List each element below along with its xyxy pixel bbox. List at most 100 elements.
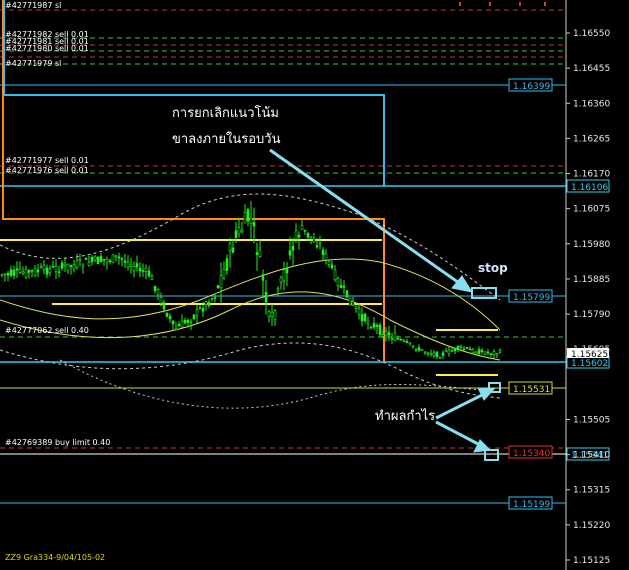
candle-body <box>189 321 193 324</box>
candle-body <box>480 349 484 352</box>
price-tag: 1.16399 <box>513 82 550 92</box>
tp-box-2 <box>484 449 499 461</box>
candle-body <box>492 351 496 356</box>
candle-body <box>339 285 343 289</box>
order-label: #42771987 sl <box>5 1 61 10</box>
candle-body <box>294 230 298 240</box>
candle-body <box>351 301 355 306</box>
candle-body <box>42 265 46 270</box>
candle-body <box>93 256 97 261</box>
candle-body <box>24 268 28 278</box>
candle-body <box>303 229 307 232</box>
top-markers <box>459 2 546 6</box>
candle-body <box>9 269 13 276</box>
candle-body <box>108 260 112 263</box>
price-tag: 1.15199 <box>513 500 550 510</box>
candle-body <box>72 264 76 270</box>
candle-body <box>135 263 139 268</box>
candle-body <box>420 348 424 351</box>
candle-body <box>429 352 433 355</box>
yellow-channels <box>0 239 498 376</box>
y-tick-label: 1.16360 <box>573 99 610 109</box>
candle-body <box>249 217 253 224</box>
candle-body <box>456 345 460 350</box>
y-tick-label: 1.15410 <box>573 451 610 461</box>
candle-body <box>165 312 169 317</box>
candle-body <box>372 323 376 328</box>
y-tick-label: 1.15885 <box>573 275 610 285</box>
order-label: #42769389 buy limit 0.40 <box>5 438 110 447</box>
candle-body <box>387 332 391 336</box>
candle-body <box>321 249 325 255</box>
candle-body <box>255 252 259 256</box>
candle-body <box>312 238 316 243</box>
annotation-arrows <box>269 148 496 453</box>
y-tick-label: 1.15505 <box>573 415 610 425</box>
candle-body <box>219 275 223 289</box>
candle-body <box>243 212 247 224</box>
candle-body <box>201 307 205 312</box>
candle-body <box>144 267 148 272</box>
candle-body <box>381 334 385 337</box>
candle-body <box>471 348 475 354</box>
y-tick-label: 1.16170 <box>573 170 610 180</box>
candle-body <box>384 331 388 336</box>
candle-body <box>30 269 34 272</box>
candle-body <box>69 264 73 267</box>
candle-body <box>498 350 502 353</box>
candle-body <box>150 276 154 280</box>
candle-body <box>459 345 463 348</box>
candle-body <box>198 307 202 310</box>
candle-body <box>390 338 394 340</box>
candle-body <box>285 267 289 274</box>
tp-arrow-upper <box>435 391 487 420</box>
candle-body <box>36 269 40 273</box>
candle-body <box>324 253 328 261</box>
order-label: #42771980 sell 0.01 <box>5 44 89 53</box>
candle-body <box>393 332 397 341</box>
candle-body <box>102 258 106 261</box>
candle-body <box>447 349 451 354</box>
candle-body <box>423 351 427 354</box>
y-tick-label: 1.15125 <box>573 556 610 566</box>
candle-body <box>468 348 472 351</box>
candle-body <box>21 271 25 274</box>
candle-body <box>465 347 469 349</box>
candle-body <box>90 256 94 262</box>
candle-body <box>300 225 304 230</box>
candle-body <box>336 278 340 286</box>
envelope-curves <box>0 193 501 409</box>
y-tick-label: 1.16455 <box>573 64 610 74</box>
candle-body <box>231 247 235 253</box>
footer-label: ZZ9 Gra334-9/04/105-02 <box>5 553 105 562</box>
candle-body <box>315 245 319 248</box>
candle-body <box>228 243 232 251</box>
y-tick-label: 1.16075 <box>573 205 610 215</box>
price-chart: #42771987 sl #42771982 sell 0.01 #427719… <box>0 0 610 570</box>
candle-body <box>162 302 166 310</box>
candle-body <box>426 352 430 355</box>
candle-body <box>87 262 91 266</box>
y-tick-label: 1.16550 <box>573 29 610 39</box>
candle-body <box>132 266 136 272</box>
candle-body <box>354 306 358 310</box>
candle-body <box>282 269 286 282</box>
order-label-group: #42771987 sl #42771982 sell 0.01 #427719… <box>5 1 110 447</box>
price-tag: 1.15799 <box>513 293 550 303</box>
candle-body <box>213 297 217 299</box>
candle-body <box>84 257 88 260</box>
candle-body <box>168 316 172 320</box>
candle-body <box>270 311 274 317</box>
candle-body <box>363 313 367 322</box>
candle-body <box>6 273 10 276</box>
candle-body <box>240 229 244 233</box>
candle-body <box>0 274 4 277</box>
candle-body <box>3 273 7 276</box>
candle-body <box>273 310 277 321</box>
candle-body <box>306 232 310 238</box>
candle-body <box>204 301 208 306</box>
order-label: #42771977 sell 0.01 <box>5 156 89 165</box>
candle-body <box>138 267 142 272</box>
candle-body <box>105 258 109 263</box>
candle-body <box>258 249 262 257</box>
